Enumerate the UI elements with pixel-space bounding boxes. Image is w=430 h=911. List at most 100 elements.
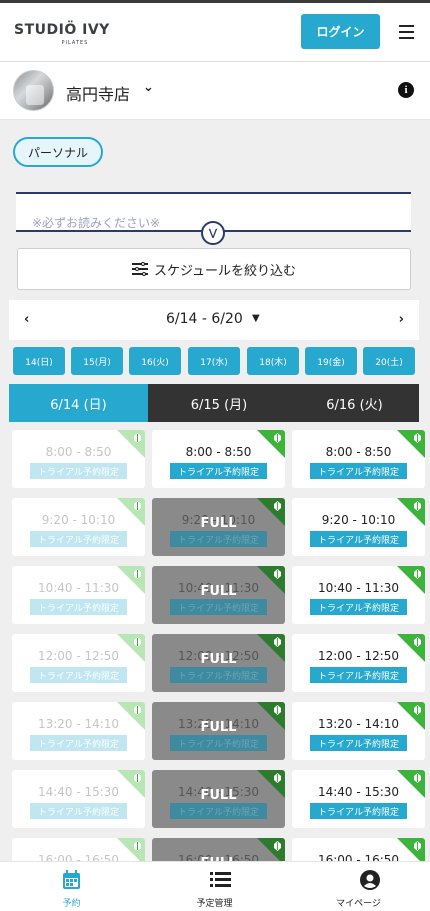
leaf-icon — [414, 501, 421, 511]
day-chip[interactable]: 20(土) — [363, 347, 415, 375]
trial-only-tag: トライアル予約限定 — [30, 735, 127, 751]
time-slot: 13:20 - 14:10 トライアル予約限定 — [12, 702, 145, 760]
login-button[interactable]: ログイン — [301, 14, 380, 49]
day-column-headers: 6/14 (日) 6/15 (月) 6/16 (火) — [9, 384, 419, 422]
leaf-icon — [274, 569, 281, 579]
column-header[interactable]: 6/16 (火) — [290, 384, 419, 422]
slot-time: 12:00 - 12:50 — [317, 649, 400, 663]
time-slot: 9:20 - 10:10 トライアル予約限定 FULL — [152, 498, 285, 556]
column-header[interactable]: 6/15 (月) — [148, 384, 290, 422]
time-slot[interactable]: 8:00 - 8:50 トライアル予約限定 — [152, 430, 285, 488]
list-icon — [210, 872, 231, 887]
notice-text: ※必ずお読みください※ — [32, 216, 161, 230]
time-slot[interactable]: 12:00 - 12:50 トライアル予約限定 — [292, 634, 425, 692]
leaf-icon — [134, 705, 141, 715]
column-header-active[interactable]: 6/14 (日) — [9, 384, 148, 422]
studio-logo[interactable]: STUDIÖ IVY PILATES — [14, 22, 110, 46]
store-selector-bar: 高円寺店 ⌄ i — [0, 62, 430, 120]
category-pill-personal[interactable]: パーソナル — [13, 137, 103, 167]
time-slot: 14:40 - 15:30 トライアル予約限定 FULL — [152, 770, 285, 828]
full-label: FULL — [200, 516, 237, 531]
calendar-icon — [63, 870, 80, 889]
tab-mypage[interactable]: マイページ — [287, 862, 430, 911]
trial-only-tag: トライアル予約限定 — [310, 667, 407, 683]
slot-time: 10:40 - 11:30 — [37, 581, 120, 595]
leaf-icon — [274, 841, 281, 851]
caret-down-icon[interactable]: ▼ — [252, 313, 260, 324]
slot-time: 14:40 - 15:30 — [37, 785, 120, 799]
trial-only-tag: トライアル予約限定 — [30, 667, 127, 683]
trial-only-tag: トライアル予約限定 — [170, 803, 267, 819]
day-chip[interactable]: 15(月) — [71, 347, 123, 375]
trial-only-tag: トライアル予約限定 — [310, 735, 407, 751]
leaf-icon — [274, 773, 281, 783]
week-range-label[interactable]: 6/14 - 6/20 — [166, 311, 243, 327]
full-label: FULL — [200, 652, 237, 667]
tab-label: 予約 — [62, 899, 81, 909]
slot-time: 12:00 - 12:50 — [37, 649, 120, 663]
time-slot[interactable]: 14:40 - 15:30 トライアル予約限定 — [292, 770, 425, 828]
tab-label: 予定管理 — [196, 899, 233, 909]
slot-time: 9:20 - 10:10 — [321, 513, 396, 527]
logo-subtext: PILATES — [61, 40, 89, 46]
slot-time: 10:40 - 11:30 — [317, 581, 400, 595]
trial-only-tag: トライアル予約限定 — [170, 735, 267, 751]
slot-time: 14:40 - 15:30 — [317, 785, 400, 799]
leaf-icon — [274, 705, 281, 715]
expand-chevron-icon[interactable]: ⋁ — [201, 221, 225, 245]
leaf-icon — [414, 841, 421, 851]
day-chip-row: 14(日) 15(月) 16(火) 17(水) 18(木) 19(金) 20(土… — [13, 347, 417, 375]
trial-only-tag: トライアル予約限定 — [310, 531, 407, 547]
day-chip[interactable]: 14(日) — [13, 347, 65, 375]
slot-time: 13:20 - 14:10 — [37, 717, 120, 731]
day-chip[interactable]: 18(木) — [247, 347, 299, 375]
leaf-icon — [274, 501, 281, 511]
leaf-icon — [274, 637, 281, 647]
prev-week-icon[interactable]: ‹ — [24, 312, 29, 327]
day-chip[interactable]: 17(水) — [188, 347, 240, 375]
bottom-tab-bar: 予約 予定管理 マイページ — [0, 861, 430, 911]
hamburger-menu-icon[interactable] — [399, 25, 414, 39]
store-avatar — [13, 70, 54, 111]
info-icon[interactable]: i — [398, 82, 414, 98]
tab-reserve[interactable]: 予約 — [0, 862, 143, 911]
tab-schedule-management[interactable]: 予定管理 — [143, 862, 286, 911]
slot-time: 8:00 - 8:50 — [45, 445, 112, 459]
filter-label: スケジュールを絞り込む — [153, 263, 297, 279]
time-slot: 10:40 - 11:30 トライアル予約限定 FULL — [152, 566, 285, 624]
leaf-icon — [274, 433, 281, 443]
chevron-down-icon[interactable]: ⌄ — [143, 80, 154, 95]
trial-only-tag: トライアル予約限定 — [170, 667, 267, 683]
slot-time: 9:20 - 10:10 — [41, 513, 116, 527]
leaf-icon — [134, 637, 141, 647]
time-slot[interactable]: 13:20 - 14:10 トライアル予約限定 — [292, 702, 425, 760]
trial-only-tag: トライアル予約限定 — [30, 463, 127, 479]
leaf-icon — [134, 569, 141, 579]
next-week-icon[interactable]: › — [399, 312, 404, 327]
day-chip[interactable]: 16(火) — [129, 347, 181, 375]
leaf-icon — [414, 433, 421, 443]
time-slot[interactable]: 10:40 - 11:30 トライアル予約限定 — [292, 566, 425, 624]
trial-only-tag: トライアル予約限定 — [310, 463, 407, 479]
time-slot[interactable]: 8:00 - 8:50 トライアル予約限定 — [292, 430, 425, 488]
day-chip[interactable]: 19(金) — [305, 347, 357, 375]
tab-label: マイページ — [336, 899, 381, 909]
user-icon — [360, 870, 380, 890]
trial-only-tag: トライアル予約限定 — [30, 803, 127, 819]
trial-only-tag: トライアル予約限定 — [30, 599, 127, 615]
trial-only-tag: トライアル予約限定 — [310, 599, 407, 615]
full-label: FULL — [200, 584, 237, 599]
time-slot: 10:40 - 11:30 トライアル予約限定 — [12, 566, 145, 624]
time-slot: 9:20 - 10:10 トライアル予約限定 — [12, 498, 145, 556]
time-slot: 12:00 - 12:50 トライアル予約限定 FULL — [152, 634, 285, 692]
leaf-icon — [414, 705, 421, 715]
filter-schedule-button[interactable]: スケジュールを絞り込む — [17, 248, 411, 290]
time-slot[interactable]: 9:20 - 10:10 トライアル予約限定 — [292, 498, 425, 556]
store-name[interactable]: 高円寺店 — [66, 81, 130, 105]
time-slot: 8:00 - 8:50 トライアル予約限定 — [12, 430, 145, 488]
leaf-icon — [134, 501, 141, 511]
leaf-icon — [134, 433, 141, 443]
logo-text: STUDIÖ IVY — [14, 22, 110, 38]
week-navigator: ‹ 6/14 - 6/20 ▼ › — [9, 300, 419, 340]
app-header: STUDIÖ IVY PILATES ログイン — [0, 0, 430, 62]
